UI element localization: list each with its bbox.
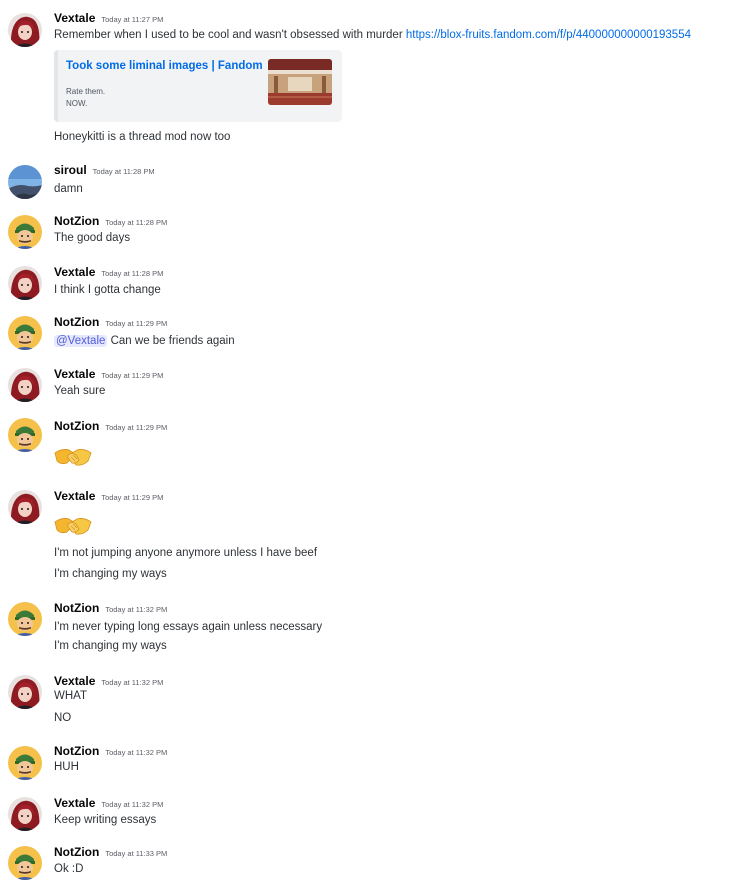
message-text: WHAT	[54, 690, 88, 702]
message-text: I'm not jumping anyone anymore unless I …	[54, 547, 318, 559]
message-text: The good days	[54, 232, 131, 244]
message-text: I think I gotta change	[54, 284, 161, 296]
message-text: HUH	[54, 761, 79, 773]
embed-thumbnail[interactable]	[268, 59, 332, 105]
message-timestamp: Today at 11:32 PM	[105, 748, 168, 757]
message-text: Ok :D	[54, 863, 84, 875]
notzion-avatar[interactable]	[8, 846, 42, 880]
message-timestamp: Today at 11:29 PM	[105, 319, 168, 328]
author-name[interactable]: Vextale	[54, 796, 95, 810]
user-mention[interactable]: @Vextale	[54, 335, 108, 347]
vextale-avatar[interactable]	[8, 368, 42, 402]
notzion-avatar[interactable]	[8, 215, 42, 249]
author-name[interactable]: NotZion	[54, 601, 99, 615]
message-header: NotZion Today at 11:28 PM	[54, 214, 167, 230]
message-header: Vextale Today at 11:32 PM	[54, 674, 163, 690]
author-name[interactable]: siroul	[54, 163, 87, 177]
message-text: NO	[54, 712, 72, 724]
message-header: Vextale Today at 11:32 PM	[54, 796, 163, 812]
message-timestamp: Today at 11:32 PM	[101, 800, 164, 809]
message-header: NotZion Today at 11:29 PM	[54, 419, 167, 435]
author-name[interactable]: NotZion	[54, 315, 99, 329]
handshake-emoji[interactable]	[54, 441, 92, 471]
message-header: Vextale Today at 11:29 PM	[54, 367, 163, 383]
message-text-body: Can we be friends again	[107, 335, 235, 347]
author-name[interactable]: Vextale	[54, 11, 95, 25]
author-name[interactable]: Vextale	[54, 367, 95, 381]
message-text: I'm changing my ways	[54, 568, 167, 580]
author-name[interactable]: Vextale	[54, 265, 95, 279]
vextale-avatar[interactable]	[8, 266, 42, 300]
author-name[interactable]: NotZion	[54, 419, 99, 433]
embed-title[interactable]: Took some liminal images | Fandom	[66, 60, 263, 72]
message-text: I'm changing my ways	[54, 640, 167, 652]
message-header: siroul Today at 11:28 PM	[54, 163, 155, 179]
message-timestamp: Today at 11:29 PM	[101, 493, 164, 502]
handshake-emoji[interactable]	[54, 510, 92, 540]
message-timestamp: Today at 11:27 PM	[101, 15, 164, 24]
message-timestamp: Today at 11:28 PM	[105, 218, 168, 227]
message-text: Keep writing essays	[54, 814, 157, 826]
message-timestamp: Today at 11:33 PM	[105, 849, 168, 858]
message-timestamp: Today at 11:32 PM	[105, 605, 168, 614]
message-text: Honeykitti is a thread mod now too	[54, 131, 231, 143]
message-text-body: Remember when I used to be cool and wasn…	[54, 29, 406, 41]
message-header: Vextale Today at 11:27 PM	[54, 11, 163, 27]
message-header: NotZion Today at 11:33 PM	[54, 845, 167, 861]
message-text: Yeah sure	[54, 385, 106, 397]
vextale-avatar[interactable]	[8, 675, 42, 709]
message-text: @Vextale Can we be friends again	[54, 334, 235, 348]
author-name[interactable]: NotZion	[54, 744, 99, 758]
message-timestamp: Today at 11:28 PM	[92, 167, 155, 176]
message-header: Vextale Today at 11:28 PM	[54, 265, 163, 281]
message-text: I'm never typing long essays again unles…	[54, 621, 323, 633]
message-timestamp: Today at 11:29 PM	[105, 423, 168, 432]
notzion-avatar[interactable]	[8, 418, 42, 452]
notzion-avatar[interactable]	[8, 602, 42, 636]
author-name[interactable]: Vextale	[54, 674, 95, 688]
siroul-avatar[interactable]	[8, 165, 42, 199]
author-name[interactable]: Vextale	[54, 489, 95, 503]
message-text: Remember when I used to be cool and wasn…	[54, 28, 691, 42]
message-header: Vextale Today at 11:29 PM	[54, 489, 163, 505]
message-header: NotZion Today at 11:32 PM	[54, 601, 167, 617]
vextale-avatar[interactable]	[8, 490, 42, 524]
author-name[interactable]: NotZion	[54, 214, 99, 228]
notzion-avatar[interactable]	[8, 316, 42, 350]
message-header: NotZion Today at 11:29 PM	[54, 315, 167, 331]
author-name[interactable]: NotZion	[54, 845, 99, 859]
vextale-avatar[interactable]	[8, 13, 42, 47]
link-embed: Took some liminal images | Fandom Rate t…	[54, 50, 342, 122]
vextale-avatar[interactable]	[8, 797, 42, 831]
embed-description: Rate them.	[66, 87, 106, 96]
message-timestamp: Today at 11:29 PM	[101, 371, 164, 380]
notzion-avatar[interactable]	[8, 746, 42, 780]
message-timestamp: Today at 11:32 PM	[101, 678, 164, 687]
message-header: NotZion Today at 11:32 PM	[54, 744, 167, 760]
message-timestamp: Today at 11:28 PM	[101, 269, 164, 278]
embed-description: NOW.	[66, 99, 88, 108]
message-link[interactable]: https://blox-fruits.fandom.com/f/p/44000…	[406, 29, 691, 41]
message-text: damn	[54, 183, 83, 195]
